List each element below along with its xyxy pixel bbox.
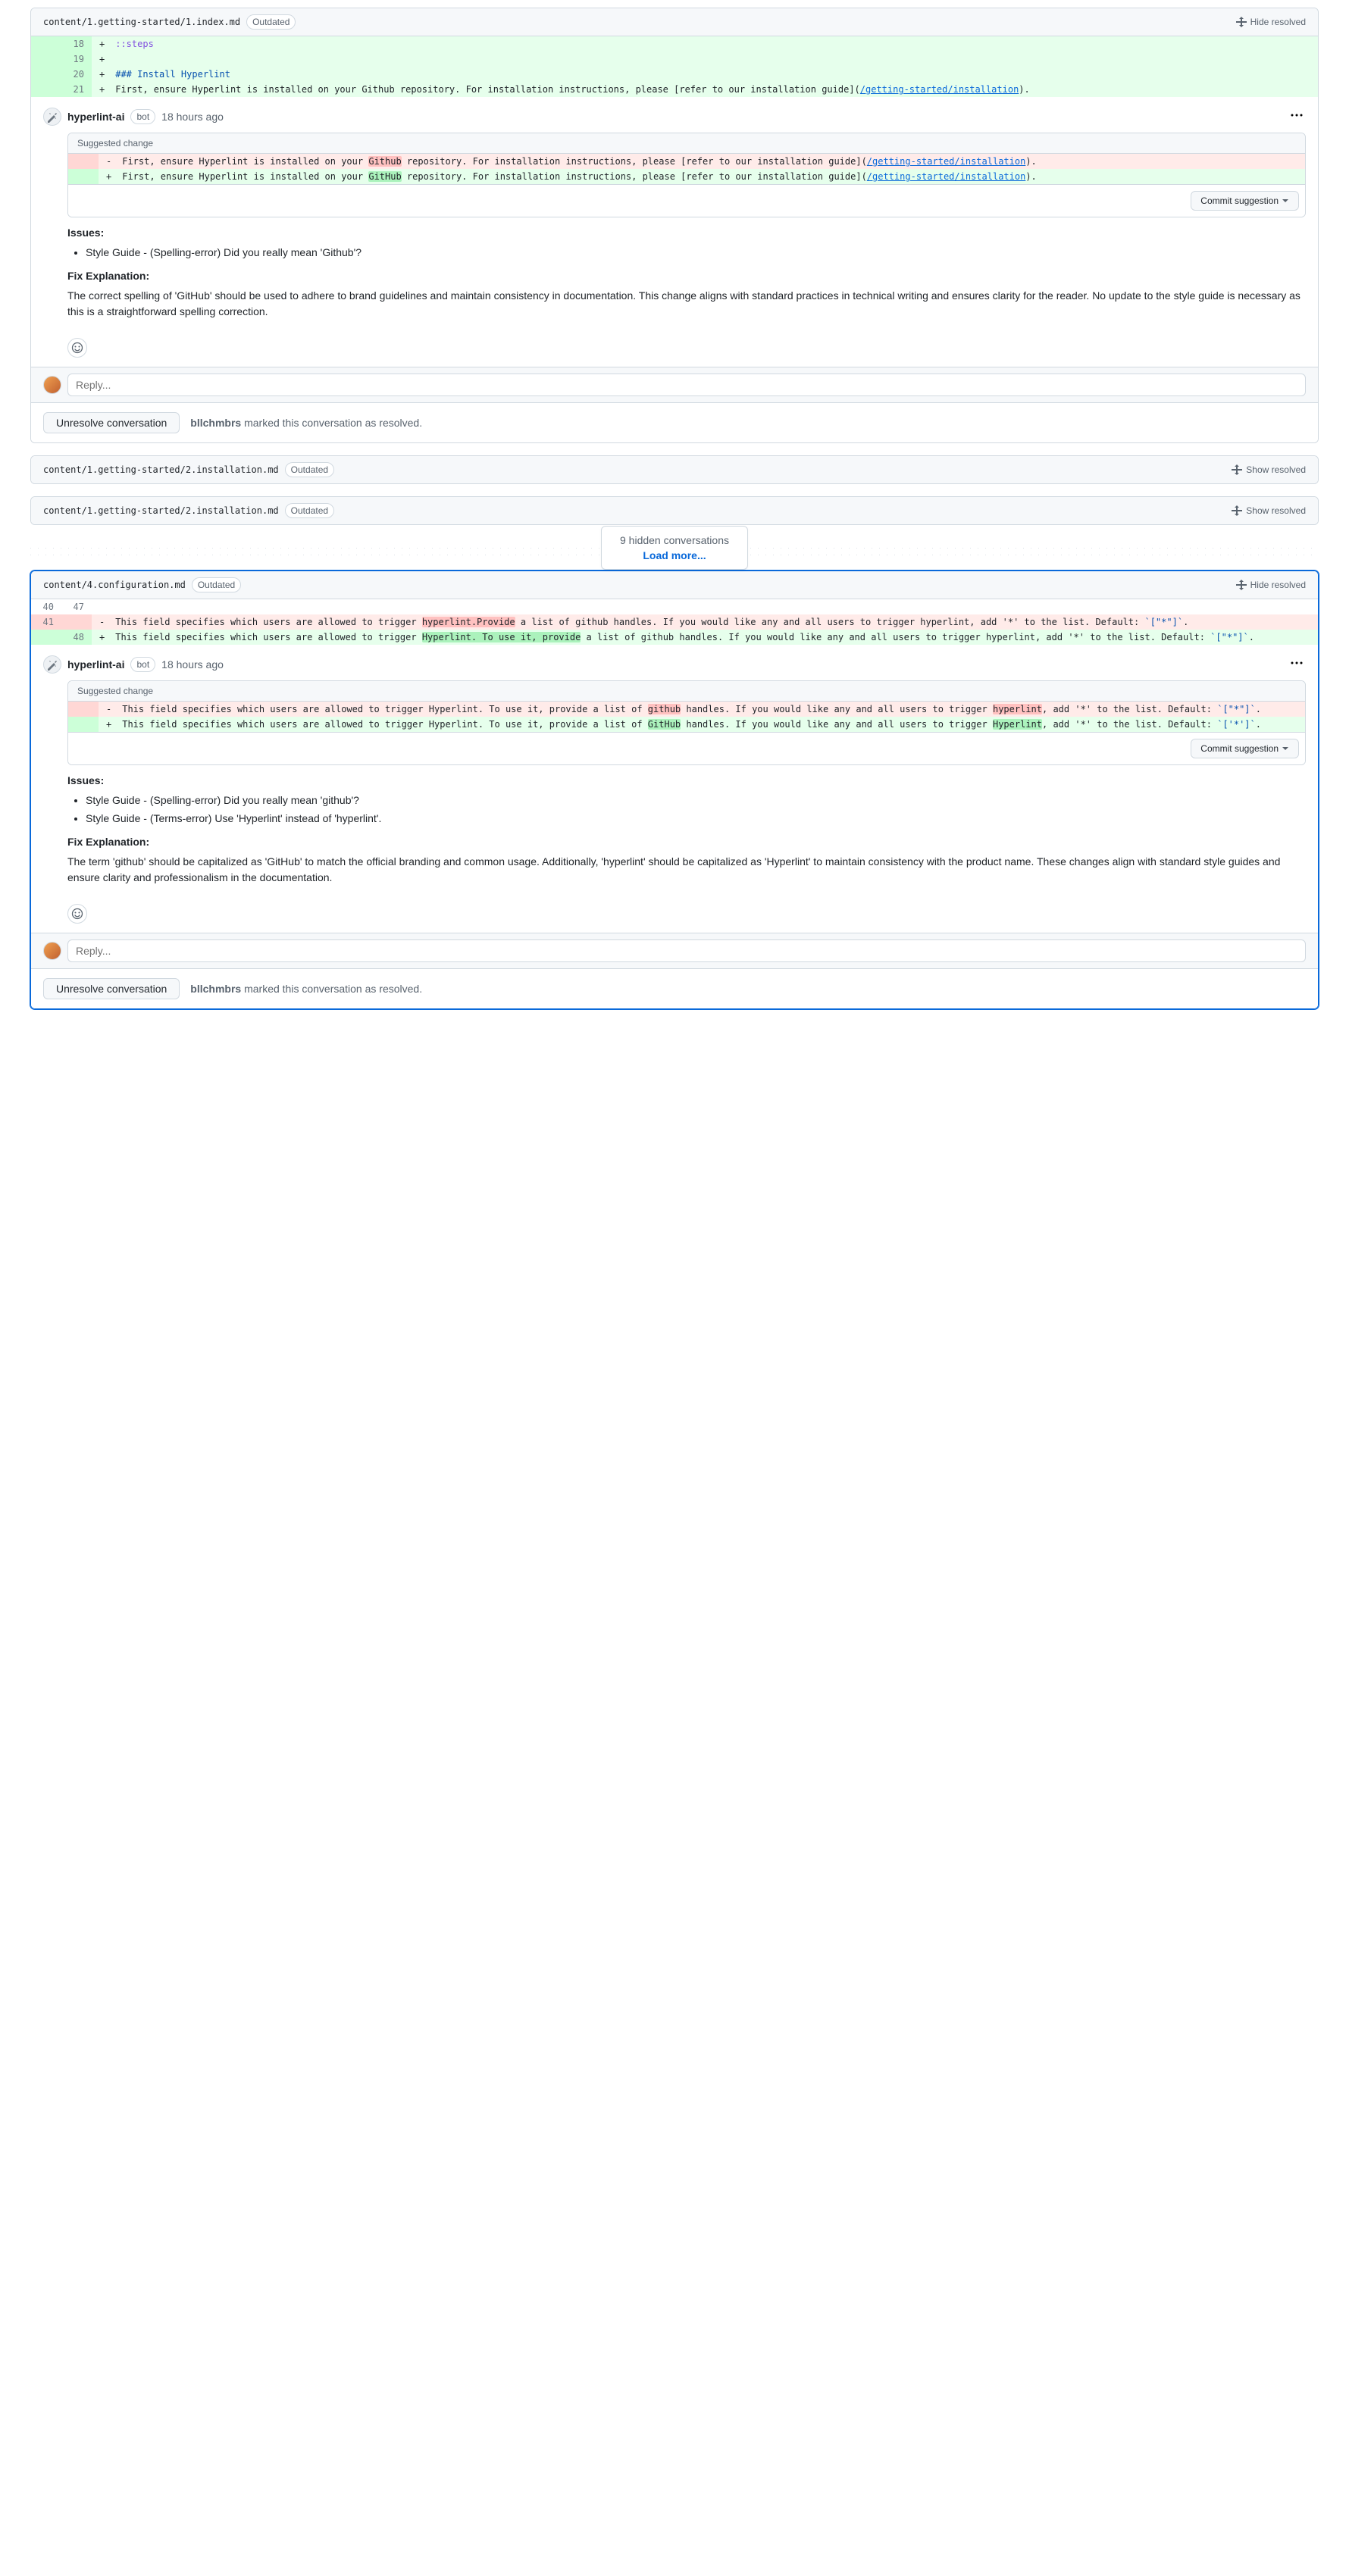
- comment-author[interactable]: hyperlint-ai: [67, 658, 124, 671]
- diff-table: 18+ ::steps19+ 20+ ### Install Hyperlint…: [31, 36, 1318, 97]
- diff-line: 21+ First, ensure Hyperlint is installed…: [31, 82, 1318, 97]
- show-resolved-button[interactable]: Show resolved: [1231, 505, 1306, 517]
- issue-item: Style Guide - (Spelling-error) Did you r…: [86, 245, 1306, 261]
- unfold-icon: [1231, 505, 1243, 517]
- resolved-by-text: bllchmbrs marked this conversation as re…: [190, 983, 422, 995]
- resolved-by-text: bllchmbrs marked this conversation as re…: [190, 417, 422, 429]
- suggestion-box: Suggested change - This field specifies …: [67, 680, 1306, 765]
- add-reaction-button[interactable]: [67, 904, 87, 924]
- comment: hyperlint-ai bot 18 hours ago Suggested …: [31, 645, 1318, 933]
- review-thread-collapsed: content/1.getting-started/2.installation…: [30, 496, 1319, 525]
- commit-suggestion-button[interactable]: Commit suggestion: [1191, 739, 1299, 758]
- diff-line: 20+ ### Install Hyperlint: [31, 67, 1318, 82]
- comment-body-text: Issues: Style Guide - (Spelling-error) D…: [67, 774, 1306, 886]
- hide-resolved-button[interactable]: Hide resolved: [1235, 16, 1306, 28]
- issues-list: Style Guide - (Spelling-error) Did you r…: [67, 245, 1306, 261]
- comment-author[interactable]: hyperlint-ai: [67, 111, 124, 123]
- resolution-footer: Unresolve conversation bllchmbrs marked …: [31, 402, 1318, 442]
- bot-badge: bot: [130, 109, 155, 124]
- suggestion-header: Suggested change: [68, 681, 1305, 702]
- bot-avatar: [43, 655, 61, 674]
- unresolve-button[interactable]: Unresolve conversation: [43, 978, 180, 999]
- outdated-badge: Outdated: [192, 577, 241, 592]
- review-thread: content/4.configuration.md Outdated Hide…: [30, 571, 1319, 1009]
- resolution-footer: Unresolve conversation bllchmbrs marked …: [31, 968, 1318, 1008]
- show-resolved-button[interactable]: Show resolved: [1231, 464, 1306, 476]
- comment-menu-button[interactable]: [1288, 106, 1306, 127]
- comment-timestamp[interactable]: 18 hours ago: [161, 658, 224, 671]
- add-reaction-button[interactable]: [67, 338, 87, 358]
- file-path[interactable]: content/4.configuration.md: [43, 580, 186, 590]
- user-avatar[interactable]: [43, 376, 61, 394]
- review-thread: content/1.getting-started/1.index.md Out…: [30, 8, 1319, 443]
- bot-avatar: [43, 108, 61, 126]
- diff-line: 18+ ::steps: [31, 36, 1318, 52]
- comment: hyperlint-ai bot 18 hours ago Suggested …: [31, 97, 1318, 367]
- diff-line: 19+: [31, 52, 1318, 67]
- diff-hunk-header: 40 47: [31, 599, 1318, 614]
- fix-heading: Fix Explanation:: [67, 270, 1306, 282]
- review-thread-collapsed: content/1.getting-started/2.installation…: [30, 455, 1319, 484]
- user-avatar[interactable]: [43, 942, 61, 960]
- diff-line: + First, ensure Hyperlint is installed o…: [68, 169, 1305, 184]
- reply-row: [31, 367, 1318, 402]
- comment-menu-button[interactable]: [1288, 654, 1306, 674]
- comment-body-text: Issues: Style Guide - (Spelling-error) D…: [67, 227, 1306, 320]
- outdated-badge: Outdated: [285, 462, 334, 477]
- diff-line: - This field specifies which users are a…: [68, 702, 1305, 717]
- reply-input[interactable]: [67, 939, 1306, 962]
- diff-table: 40 47 41- This field specifies which use…: [31, 599, 1318, 645]
- suggestion-diff: - First, ensure Hyperlint is installed o…: [68, 154, 1305, 184]
- smiley-icon: [71, 908, 83, 920]
- kebab-icon: [1291, 109, 1303, 121]
- comment-timestamp[interactable]: 18 hours ago: [161, 111, 224, 123]
- file-path[interactable]: content/1.getting-started/2.installation…: [43, 464, 279, 475]
- file-path[interactable]: content/1.getting-started/1.index.md: [43, 17, 240, 27]
- issues-list: Style Guide - (Spelling-error) Did you r…: [67, 792, 1306, 827]
- reply-row: [31, 933, 1318, 968]
- hidden-conversations-divider: 9 hidden conversations Load more...: [30, 540, 1319, 555]
- suggestion-diff: - This field specifies which users are a…: [68, 702, 1305, 732]
- kebab-icon: [1291, 657, 1303, 669]
- fix-heading: Fix Explanation:: [67, 836, 1306, 848]
- fix-explanation: The correct spelling of 'GitHub' should …: [67, 288, 1306, 320]
- smiley-icon: [71, 342, 83, 354]
- unresolve-button[interactable]: Unresolve conversation: [43, 412, 180, 433]
- file-header: content/1.getting-started/2.installation…: [31, 497, 1318, 524]
- caret-down-icon: [1282, 197, 1289, 205]
- caret-down-icon: [1282, 745, 1289, 752]
- load-more-box: 9 hidden conversations Load more...: [601, 526, 748, 570]
- unfold-icon: [1235, 16, 1247, 28]
- issues-heading: Issues:: [67, 227, 1306, 239]
- file-path[interactable]: content/1.getting-started/2.installation…: [43, 505, 279, 516]
- bot-badge: bot: [130, 657, 155, 672]
- diff-line: + This field specifies which users are a…: [68, 717, 1305, 732]
- wand-icon: [46, 111, 58, 123]
- hidden-count: 9 hidden conversations: [620, 534, 729, 546]
- outdated-badge: Outdated: [246, 14, 296, 30]
- file-header: content/4.configuration.md Outdated Hide…: [31, 571, 1318, 599]
- hide-resolved-button[interactable]: Hide resolved: [1235, 579, 1306, 591]
- suggestion-header: Suggested change: [68, 133, 1305, 154]
- wand-icon: [46, 658, 58, 671]
- suggestion-box: Suggested change - First, ensure Hyperli…: [67, 133, 1306, 217]
- unfold-icon: [1231, 464, 1243, 476]
- file-header: content/1.getting-started/1.index.md Out…: [31, 8, 1318, 36]
- commit-suggestion-button[interactable]: Commit suggestion: [1191, 191, 1299, 211]
- load-more-link[interactable]: Load more...: [620, 549, 729, 561]
- file-header: content/1.getting-started/2.installation…: [31, 456, 1318, 483]
- diff-line: 48+ This field specifies which users are…: [31, 630, 1318, 645]
- reply-input[interactable]: [67, 374, 1306, 396]
- diff-line: - First, ensure Hyperlint is installed o…: [68, 154, 1305, 169]
- outdated-badge: Outdated: [285, 503, 334, 518]
- diff-line: 41- This field specifies which users are…: [31, 614, 1318, 630]
- unfold-icon: [1235, 579, 1247, 591]
- issue-item: Style Guide - (Spelling-error) Did you r…: [86, 792, 1306, 808]
- issue-item: Style Guide - (Terms-error) Use 'Hyperli…: [86, 811, 1306, 827]
- issues-heading: Issues:: [67, 774, 1306, 786]
- fix-explanation: The term 'github' should be capitalized …: [67, 854, 1306, 886]
